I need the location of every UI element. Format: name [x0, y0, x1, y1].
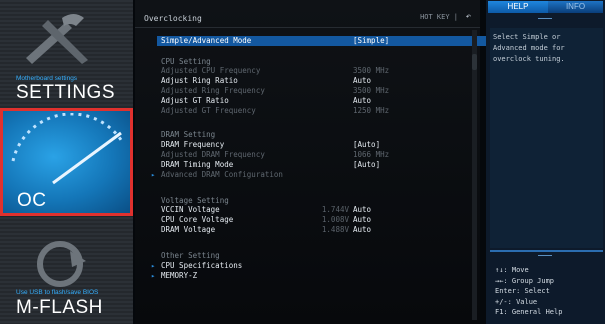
setting-voltage: 1.744V	[321, 205, 349, 214]
oc-tile[interactable]: OC	[0, 108, 133, 216]
setting-row[interactable]: Simple/Advanced Mode [Simple]	[157, 36, 489, 46]
tab-help[interactable]: HELP	[488, 1, 548, 13]
setting-value: Auto	[353, 96, 372, 105]
setting-label: Adjusted CPU Frequency	[161, 66, 261, 75]
help-panel: HELP INFO Select Simple or Advanced mode…	[486, 0, 605, 324]
submenu-arrow-icon: ▸	[151, 171, 156, 179]
setting-label: DRAM Frequency	[161, 140, 225, 149]
setting-voltage: 1.008V	[321, 215, 349, 224]
setting-label: Simple/Advanced Mode	[161, 36, 252, 45]
settings-tile[interactable]: Motherboard settings SETTINGS	[0, 0, 133, 107]
setting-row[interactable]: Adjusted Ring Frequency 3500 MHz	[161, 86, 466, 96]
key-legend: ↑↓: Move →←: Group Jump Enter: Select +/…	[495, 266, 563, 316]
setting-value: 1066 MHz	[353, 150, 390, 159]
setting-voltage: 1.488V	[321, 225, 349, 234]
setting-label: Advanced DRAM Configuration	[161, 170, 283, 179]
panel-grip-bottom	[538, 255, 552, 256]
setting-label: Adjust Ring Ratio	[161, 76, 238, 85]
overclocking-panel: Overclocking HOT KEY | ↶ Simple/Advanced…	[135, 0, 489, 324]
setting-value: [Auto]	[353, 160, 381, 169]
settings-title: SETTINGS	[16, 82, 116, 103]
setting-label: VCCIN Voltage	[161, 205, 220, 214]
scrollbar[interactable]	[472, 30, 477, 320]
section-header: DRAM Setting	[161, 130, 466, 140]
setting-row[interactable]: DRAM Timing Mode [Auto]	[161, 160, 466, 170]
setting-value: Auto	[353, 225, 372, 234]
help-divider	[490, 250, 603, 252]
setting-row[interactable]: DRAM Frequency [Auto]	[161, 140, 466, 150]
page-title: Overclocking	[144, 14, 202, 23]
mflash-tile[interactable]: Use USB to flash/save BIOS M-FLASH	[0, 217, 133, 324]
usb-flash-icon	[37, 241, 86, 287]
scrollbar-thumb[interactable]	[472, 54, 477, 70]
setting-value: [Simple]	[353, 36, 390, 45]
hotkey-button[interactable]: HOT KEY |	[420, 13, 458, 21]
setting-value: 3500 MHz	[353, 86, 390, 95]
setting-label: Adjusted GT Frequency	[161, 106, 256, 115]
setting-row[interactable]: Adjusted DRAM Frequency 1066 MHz	[161, 150, 466, 160]
setting-label: DRAM Setting	[161, 130, 216, 139]
setting-label: Adjust GT Ratio	[161, 96, 229, 105]
setting-row[interactable]: ▸ Advanced DRAM Configuration	[151, 170, 466, 180]
setting-label: Adjusted Ring Frequency	[161, 86, 265, 95]
setting-value: 3500 MHz	[353, 66, 390, 75]
setting-row[interactable]: CPU Core Voltage 1.008V Auto	[161, 215, 466, 225]
back-icon[interactable]: ↶	[466, 12, 471, 22]
setting-value: Auto	[353, 205, 372, 214]
setting-label: MEMORY-Z	[161, 271, 198, 280]
help-tabs: HELP INFO	[486, 0, 605, 15]
setting-label: Other Setting	[161, 251, 220, 260]
setting-value: [Auto]	[353, 140, 381, 149]
setting-row[interactable]: Adjust Ring Ratio Auto	[161, 76, 466, 86]
sidebar: Motherboard settings SETTINGS OC Use USB…	[0, 0, 133, 324]
oc-title: OC	[17, 190, 47, 211]
setting-row[interactable]: VCCIN Voltage 1.744V Auto	[161, 205, 466, 215]
section-header: Other Setting	[161, 251, 466, 261]
setting-label: CPU Specifications	[161, 261, 243, 270]
submenu-arrow-icon: ▸	[151, 262, 156, 270]
setting-label: CPU Core Voltage	[161, 215, 234, 224]
setting-value: Auto	[353, 76, 372, 85]
setting-label: Adjusted DRAM Frequency	[161, 150, 265, 159]
setting-label: DRAM Voltage	[161, 225, 216, 234]
setting-row[interactable]: Adjust GT Ratio Auto	[161, 96, 466, 106]
setting-value: 1250 MHz	[353, 106, 390, 115]
mflash-subtitle: Use USB to flash/save BIOS	[16, 289, 99, 296]
gauge-icon	[11, 113, 125, 185]
submenu-arrow-icon: ▸	[151, 272, 156, 280]
setting-value: Auto	[353, 215, 372, 224]
setting-row[interactable]: DRAM Voltage 1.488V Auto	[161, 225, 466, 235]
setting-row[interactable]: ▸ CPU Specifications	[151, 261, 466, 271]
setting-label: DRAM Timing Mode	[161, 160, 234, 169]
settings-subtitle: Motherboard settings	[16, 75, 78, 82]
setting-row[interactable]: Adjusted CPU Frequency 3500 MHz	[161, 66, 466, 76]
help-text: Select Simple or Advanced mode for overc…	[493, 33, 565, 63]
setting-row[interactable]: Adjusted GT Frequency 1250 MHz	[161, 106, 466, 116]
tools-icon	[26, 14, 88, 64]
mflash-title: M-FLASH	[16, 297, 103, 318]
setting-row[interactable]: ▸ MEMORY-Z	[151, 271, 466, 281]
panel-header: Overclocking HOT KEY | ↶	[135, 0, 480, 28]
tab-info[interactable]: INFO	[548, 1, 603, 13]
panel-grip-top	[538, 18, 552, 19]
